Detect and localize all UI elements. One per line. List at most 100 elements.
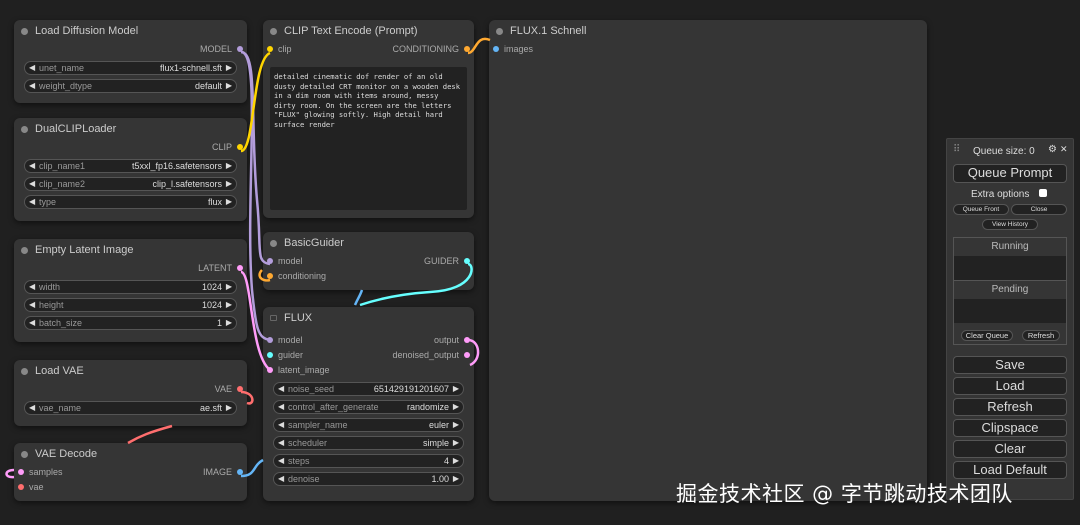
- output-slot-output[interactable]: [464, 337, 470, 343]
- widget-clip-name1[interactable]: ◀ clip_name1 t5xxl_fp16.safetensors ▶: [24, 159, 237, 173]
- input-slot-conditioning[interactable]: [267, 273, 273, 279]
- gear-icon[interactable]: ⚙: [1048, 144, 1057, 155]
- node-collapse-dot[interactable]: [21, 126, 28, 133]
- arrow-right-icon[interactable]: ▶: [453, 437, 459, 449]
- widget-vae-name[interactable]: ◀ vae_name ae.sft ▶: [24, 401, 237, 415]
- view-history-button[interactable]: View History: [982, 219, 1038, 230]
- widget-type[interactable]: ◀ type flux ▶: [24, 195, 237, 209]
- node-load-vae[interactable]: Load VAE VAE ◀ vae_name ae.sft ▶: [14, 360, 247, 426]
- widget-height[interactable]: ◀ height 1024 ▶: [24, 298, 237, 312]
- widget-value: ae.sft: [199, 403, 222, 413]
- arrow-left-icon[interactable]: ◀: [29, 281, 35, 293]
- output-slot-image[interactable]: [237, 469, 243, 475]
- node-load-diffusion-model[interactable]: Load Diffusion Model MODEL ◀ unet_name flu…: [14, 20, 247, 103]
- arrow-right-icon[interactable]: ▶: [453, 455, 459, 467]
- clipspace-button[interactable]: Clipspace: [953, 419, 1067, 437]
- arrow-right-icon[interactable]: ▶: [226, 196, 232, 208]
- extra-options-checkbox[interactable]: [1039, 189, 1047, 197]
- arrow-right-icon[interactable]: ▶: [226, 402, 232, 414]
- output-slot-denoised-output[interactable]: [464, 352, 470, 358]
- input-slot-images[interactable]: [493, 46, 499, 52]
- input-slot-latent-image[interactable]: [267, 367, 273, 373]
- node-collapse-icon[interactable]: [270, 315, 277, 321]
- node-dual-clip-loader[interactable]: DualCLIPLoader CLIP ◀ clip_name1 t5xxl_fp1…: [14, 118, 247, 221]
- arrow-left-icon[interactable]: ◀: [29, 62, 35, 74]
- arrow-right-icon[interactable]: ▶: [226, 160, 232, 172]
- widget-weight-dtype[interactable]: ◀ weight_dtype default ▶: [24, 79, 237, 93]
- arrow-left-icon[interactable]: ◀: [29, 80, 35, 92]
- widget-control-after-generate[interactable]: ◀ control_after_generate randomize ▶: [273, 400, 464, 414]
- close-button[interactable]: Close: [1011, 204, 1067, 215]
- arrow-right-icon[interactable]: ▶: [226, 80, 232, 92]
- arrow-right-icon[interactable]: ▶: [226, 178, 232, 190]
- input-slot-model[interactable]: [267, 258, 273, 264]
- output-slot-vae[interactable]: [237, 386, 243, 392]
- node-collapse-dot[interactable]: [270, 28, 277, 35]
- refresh-queue-button[interactable]: Refresh: [1022, 330, 1060, 341]
- arrow-left-icon[interactable]: ◀: [278, 455, 284, 467]
- drag-handle-icon[interactable]: ⠿: [953, 144, 960, 155]
- arrow-right-icon[interactable]: ▶: [226, 299, 232, 311]
- queue-prompt-button[interactable]: Queue Prompt: [953, 164, 1067, 183]
- widget-steps[interactable]: ◀ steps 4 ▶: [273, 454, 464, 468]
- node-collapse-dot[interactable]: [21, 368, 28, 375]
- widget-denoise[interactable]: ◀ denoise 1.00 ▶: [273, 472, 464, 486]
- input-slot-vae[interactable]: [18, 484, 24, 490]
- widget-clip-name2[interactable]: ◀ clip_name2 clip_l.safetensors ▶: [24, 177, 237, 191]
- node-flux-schnell-preview[interactable]: FLUX.1 Schnell images: [489, 20, 927, 501]
- node-vae-decode[interactable]: VAE Decode samples IMAGE vae: [14, 443, 247, 501]
- arrow-left-icon[interactable]: ◀: [29, 402, 35, 414]
- node-clip-text-encode[interactable]: CLIP Text Encode (Prompt) clip CONDITIONI…: [263, 20, 474, 218]
- arrow-right-icon[interactable]: ▶: [226, 317, 232, 329]
- widget-noise-seed[interactable]: ◀ noise_seed 651429191201607 ▶: [273, 382, 464, 396]
- output-slot-conditioning[interactable]: [464, 46, 470, 52]
- widget-sampler-name[interactable]: ◀ sampler_name euler ▶: [273, 418, 464, 432]
- arrow-right-icon[interactable]: ▶: [453, 401, 459, 413]
- arrow-left-icon[interactable]: ◀: [278, 473, 284, 485]
- arrow-left-icon[interactable]: ◀: [29, 178, 35, 190]
- load-button[interactable]: Load: [953, 377, 1067, 395]
- arrow-left-icon[interactable]: ◀: [278, 419, 284, 431]
- output-slot-latent[interactable]: [237, 265, 243, 271]
- widget-unet-name[interactable]: ◀ unet_name flux1-schnell.sft ▶: [24, 61, 237, 75]
- arrow-left-icon[interactable]: ◀: [29, 317, 35, 329]
- arrow-right-icon[interactable]: ▶: [453, 473, 459, 485]
- output-slot-guider[interactable]: [464, 258, 470, 264]
- save-button[interactable]: Save: [953, 356, 1067, 374]
- node-graph-canvas[interactable]: Load Diffusion Model MODEL ◀ unet_name flu…: [0, 0, 1080, 525]
- node-flux-sampler[interactable]: FLUX model output guider denoised_output l…: [263, 307, 474, 501]
- arrow-right-icon[interactable]: ▶: [226, 281, 232, 293]
- arrow-left-icon[interactable]: ◀: [278, 383, 284, 395]
- close-icon[interactable]: ✕: [1060, 144, 1068, 155]
- output-slot-model[interactable]: [237, 46, 243, 52]
- arrow-left-icon[interactable]: ◀: [278, 437, 284, 449]
- node-collapse-dot[interactable]: [21, 247, 28, 254]
- widget-scheduler[interactable]: ◀ scheduler simple ▶: [273, 436, 464, 450]
- widget-width[interactable]: ◀ width 1024 ▶: [24, 280, 237, 294]
- refresh-button[interactable]: Refresh: [953, 398, 1067, 416]
- widget-batch-size[interactable]: ◀ batch_size 1 ▶: [24, 316, 237, 330]
- queue-front-button[interactable]: Queue Front: [953, 204, 1009, 215]
- arrow-left-icon[interactable]: ◀: [29, 160, 35, 172]
- arrow-right-icon[interactable]: ▶: [453, 419, 459, 431]
- input-slot-model[interactable]: [267, 337, 273, 343]
- output-slot-clip[interactable]: [237, 144, 243, 150]
- node-collapse-dot[interactable]: [496, 28, 503, 35]
- prompt-textarea[interactable]: detailed cinematic dof render of an old …: [270, 67, 467, 210]
- node-collapse-dot[interactable]: [21, 28, 28, 35]
- arrow-right-icon[interactable]: ▶: [226, 62, 232, 74]
- load-default-button[interactable]: Load Default: [953, 461, 1067, 479]
- input-slot-guider[interactable]: [267, 352, 273, 358]
- input-slot-clip[interactable]: [267, 46, 273, 52]
- clear-button[interactable]: Clear: [953, 440, 1067, 458]
- arrow-right-icon[interactable]: ▶: [453, 383, 459, 395]
- arrow-left-icon[interactable]: ◀: [29, 299, 35, 311]
- node-empty-latent-image[interactable]: Empty Latent Image LATENT ◀ width 1024 ▶ ◀ h…: [14, 239, 247, 342]
- input-slot-samples[interactable]: [18, 469, 24, 475]
- arrow-left-icon[interactable]: ◀: [29, 196, 35, 208]
- arrow-left-icon[interactable]: ◀: [278, 401, 284, 413]
- clear-queue-button[interactable]: Clear Queue: [961, 330, 1013, 341]
- node-basic-guider[interactable]: BasicGuider model GUIDER conditioning: [263, 232, 474, 290]
- node-collapse-dot[interactable]: [270, 240, 277, 247]
- node-collapse-dot[interactable]: [21, 451, 28, 458]
